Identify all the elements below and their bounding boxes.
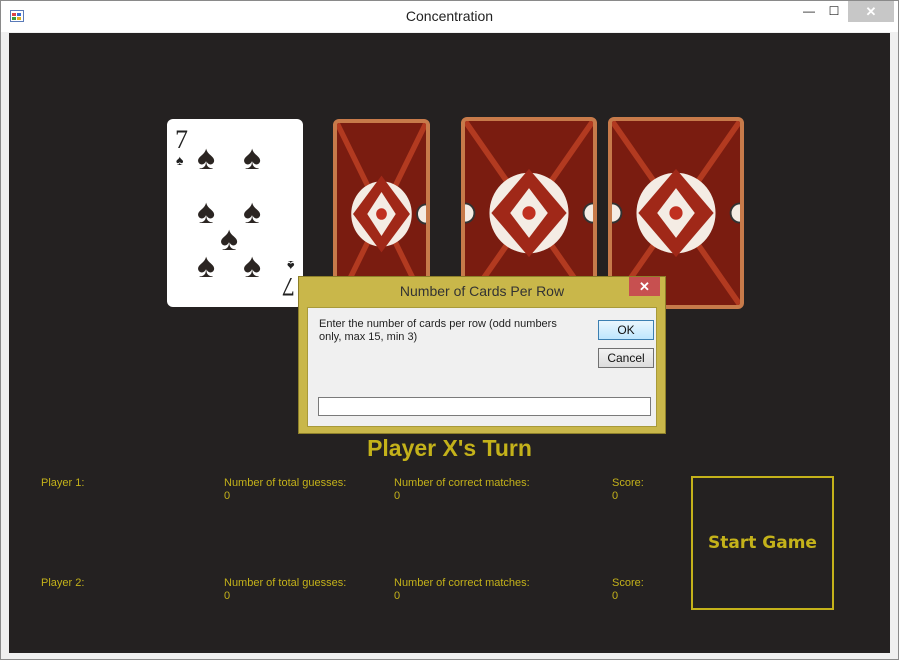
spade-icon: ♠ <box>197 247 216 285</box>
dialog-title: Number of Cards Per Row <box>399 283 565 299</box>
player-2-matches-label: Number of correct matches: <box>394 577 530 589</box>
card-rank-top: 7 <box>175 125 188 154</box>
dialog-close-button[interactable]: ✕ <box>629 277 660 296</box>
dialog-prompt: Enter the number of cards per row (odd n… <box>319 318 557 343</box>
player-2-guesses-label: Number of total guesses: <box>224 577 347 589</box>
start-game-button[interactable]: Start Game <box>691 476 834 610</box>
card-seven-of-spades[interactable]: 7 ♠ ♠ ♠ ♠ ♠ ♠ ♠ ♠ ♠ 7 <box>167 119 303 307</box>
spade-icon: ♠ <box>243 193 262 231</box>
spade-icon: ♠ <box>197 139 216 177</box>
player-1-label: Player 1: <box>41 477 85 489</box>
player-2-matches-value: 0 <box>394 590 401 602</box>
player-2-score-label: Score: <box>612 577 644 589</box>
maximize-button[interactable]: ☐ <box>821 1 847 22</box>
turn-indicator: Player X's Turn <box>367 435 532 461</box>
spade-icon: ♠ <box>243 247 262 285</box>
card-rank-bottom: 7 <box>282 272 295 301</box>
title-bar[interactable]: Concentration — ☐ ✕ <box>1 1 898 32</box>
player-1-matches-label: Number of correct matches: <box>394 477 530 489</box>
spade-icon: ♠ <box>176 152 184 168</box>
player-1-guesses-value: 0 <box>224 490 231 502</box>
close-button[interactable]: ✕ <box>848 1 894 22</box>
spade-icon: ♠ <box>197 193 216 231</box>
player-2-guesses-value: 0 <box>224 590 231 602</box>
cards-per-row-dialog: Number of Cards Per Row ✕ Enter the numb… <box>298 276 666 434</box>
player-1-score-value: 0 <box>612 490 619 502</box>
player-1-guesses-label: Number of total guesses: <box>224 477 347 489</box>
player-1-matches-value: 0 <box>394 490 401 502</box>
minimize-button[interactable]: — <box>796 1 822 22</box>
spade-icon: ♠ <box>220 220 239 258</box>
player-2-score-value: 0 <box>612 590 619 602</box>
ok-button[interactable]: OK <box>598 320 654 340</box>
player-1-score-label: Score: <box>612 477 644 489</box>
spade-icon: ♠ <box>243 139 262 177</box>
dialog-body: Enter the number of cards per row (odd n… <box>307 307 657 427</box>
cancel-button[interactable]: Cancel <box>598 348 654 368</box>
spade-icon: ♠ <box>286 258 294 274</box>
window-title: Concentration <box>405 8 494 24</box>
player-2-label: Player 2: <box>41 577 85 589</box>
cards-per-row-input[interactable] <box>318 397 651 416</box>
